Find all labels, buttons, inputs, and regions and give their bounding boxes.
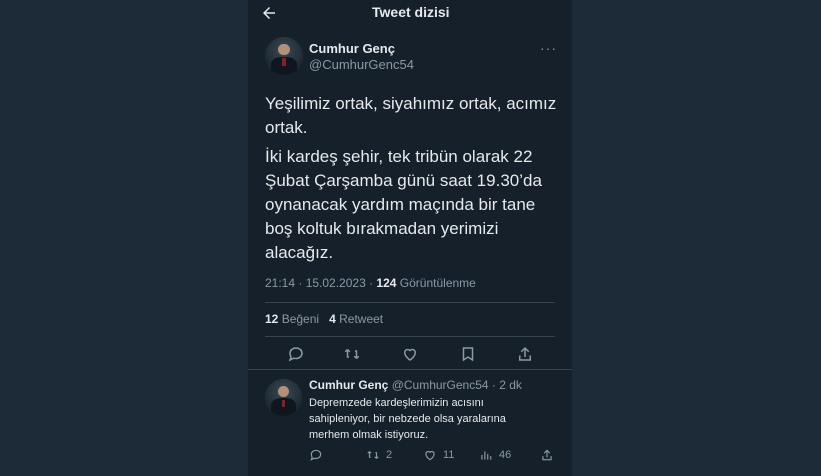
share-icon[interactable]	[516, 345, 534, 363]
likes-stat[interactable]: 12 Beğeni	[265, 312, 319, 326]
tweet-meta: 21:14 · 15.02.2023 · 124 Görüntülenme	[265, 276, 476, 290]
tweet-paragraph-1: Yeşilimiz ortak, siyahımız ortak, acımız…	[265, 94, 557, 137]
reply-like-count: 11	[443, 449, 455, 461]
avatar[interactable]	[265, 379, 302, 416]
reply-retweet-button[interactable]: 2	[366, 448, 392, 462]
reply-reply-button[interactable]	[309, 448, 323, 462]
reply-author-handle[interactable]: @CumhurGenc54 · 2 dk	[392, 378, 522, 392]
twitter-thread-panel: Tweet dizisi Cumhur Genç @CumhurGenc54 ·…	[248, 0, 572, 476]
views-count: 124	[376, 276, 397, 290]
retweet-icon[interactable]	[343, 345, 361, 363]
author-handle[interactable]: @CumhurGenc54	[309, 57, 414, 72]
retweets-stat[interactable]: 4 Retweet	[329, 312, 383, 326]
tweet-paragraph-2: İki kardeş şehir, tek tribün olarak 22 Ş…	[265, 147, 542, 262]
reply-header: Cumhur Genç @CumhurGenc54 · 2 dk	[309, 378, 522, 392]
views-label: Görüntülenme	[396, 276, 476, 290]
reply-text: Depremzede kardeşlerimizin acısını sahip…	[309, 397, 506, 441]
timestamp[interactable]: 21:14 · 15.02.2023 ·	[265, 276, 376, 290]
tweet-stats: 12 Beğeni 4 Retweet	[265, 312, 383, 326]
author-name[interactable]: Cumhur Genç	[309, 41, 395, 56]
views-icon	[481, 451, 492, 460]
divider	[265, 302, 555, 303]
like-icon	[425, 450, 435, 461]
reply-like-button[interactable]: 11	[423, 448, 454, 462]
reply-views-button[interactable]: 46	[479, 448, 511, 462]
page-title: Tweet dizisi	[372, 4, 450, 20]
like-icon[interactable]	[401, 345, 419, 363]
reply-retweet-count: 2	[386, 449, 393, 461]
reply-icon[interactable]	[287, 345, 305, 363]
reply-author-name[interactable]: Cumhur Genç	[309, 378, 388, 392]
reply-share-button[interactable]	[540, 448, 554, 462]
bookmark-icon[interactable]	[459, 345, 477, 363]
reply-icon	[310, 449, 322, 461]
retweet-icon	[367, 451, 379, 459]
divider	[265, 336, 555, 337]
reply-views-count: 46	[499, 449, 512, 461]
share-icon	[542, 449, 552, 461]
divider	[248, 369, 572, 370]
more-options-icon[interactable]: ···	[540, 40, 557, 56]
back-arrow-icon[interactable]	[260, 4, 278, 22]
avatar[interactable]	[265, 37, 303, 75]
